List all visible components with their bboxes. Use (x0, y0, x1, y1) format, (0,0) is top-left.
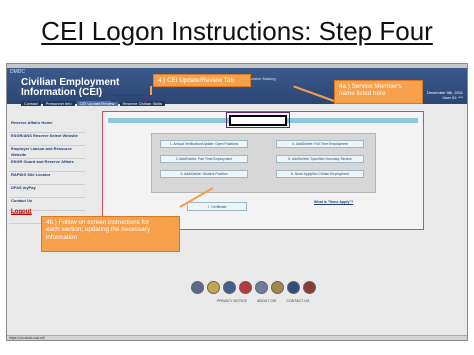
browser-status-bar: https://cei.dmdc.osd.mil (7, 335, 467, 340)
seal-icon (239, 281, 252, 294)
tab-cei-update-review[interactable]: CEI Update/Review (76, 101, 118, 106)
tab-personnel-info[interactable]: Personnel Info (42, 101, 75, 106)
cei-brand: Civilian Employment Information (CEI) (21, 78, 119, 98)
options-panel: 1. Annual Verification/Update: Open Posi… (151, 133, 376, 204)
nav-rapids-site-locator[interactable]: RAPIDS Site Locator (9, 172, 85, 185)
option-part-time-employment[interactable]: 2. Add/Delete: Part Time Employment (160, 155, 248, 163)
main-menu: Contact Personnel Info CEI Update/Review… (21, 101, 165, 106)
nav-esgr-guard-reserve[interactable]: ESGR Guard and Reserve Affairs (9, 159, 85, 172)
seal-icon (207, 281, 220, 294)
privacy-notice-link[interactable]: PRIVACY NOTICE (217, 299, 247, 303)
seal-icon (223, 281, 236, 294)
callout-step-4b: 4b.) Follow on screen instructions for e… (41, 216, 180, 252)
contact-us-link[interactable]: CONTACT US (286, 299, 309, 303)
callout-4b-line-2: each section; updating the necessary (46, 226, 150, 234)
user-info: December 9th, 2011 User ID: *** (427, 90, 463, 100)
nav-reserve-affairs-home[interactable]: Reserve Affairs Home (9, 120, 85, 133)
callout-4b-line-1: 4b.) Follow on screen instructions for (46, 219, 149, 226)
option-none-apply[interactable]: 6. None Apply/No Civilian Employment (276, 170, 364, 178)
callout-4b-line-3: information (46, 233, 78, 241)
brand-line-2: Information (CEI) (21, 87, 103, 98)
seal-icon (287, 281, 300, 294)
footer-links: PRIVACY NOTICE ABOUT CEI CONTACT US (217, 299, 309, 303)
slide-title: CEI Logon Instructions: Step Four (41, 16, 433, 46)
user-id-text: User ID: *** (442, 95, 463, 100)
option-full-time-employment[interactable]: 4. Add/Delete: Full Time Employment (276, 140, 364, 148)
seal-icon (271, 281, 284, 294)
nav-employer-liaison[interactable]: Employer Liaison and Resource Website (9, 146, 85, 159)
cei-screenshot: DMDC Civilian Employment Information (CE… (6, 63, 468, 341)
callout-step-4a: 4a.) Service Member's name listed here (334, 80, 423, 104)
nav-esgr-reserve-select[interactable]: ESGR/ANS Reserve Select Website (9, 133, 85, 146)
certificate-button[interactable]: 7. Certificate (187, 202, 247, 211)
tab-reserve-civilian-skills[interactable]: Reserve Civilian Skills (119, 101, 165, 106)
option-annual-verification[interactable]: 1. Annual Verification/Update: Open Posi… (160, 140, 248, 148)
what-is-none-apply-link[interactable]: What is "None Apply"? (314, 200, 353, 204)
cei-update-panel: 1. Annual Verification/Update: Open Posi… (102, 111, 424, 230)
seal-icon (255, 281, 268, 294)
seal-icon (191, 281, 204, 294)
agency-label: DMDC (10, 69, 25, 75)
service-member-name-box (229, 115, 287, 126)
about-cei-link[interactable]: ABOUT CEI (257, 299, 276, 303)
agency-seals (191, 281, 316, 294)
tab-contact[interactable]: Contact (21, 101, 41, 106)
callout-step-4: 4.) CEI Update/Review Tab (153, 74, 251, 87)
seal-icon (303, 281, 316, 294)
option-voluntary-service[interactable]: 5. Add/Delete: Specified Voluntary Servi… (276, 155, 364, 163)
callout-arrow (150, 86, 152, 95)
option-student-position[interactable]: 3. Add/Delete: Student Position (160, 170, 248, 178)
logout-link[interactable]: Logout (11, 209, 31, 215)
nav-dfas-mypay[interactable]: DFAS myPay (9, 185, 85, 198)
